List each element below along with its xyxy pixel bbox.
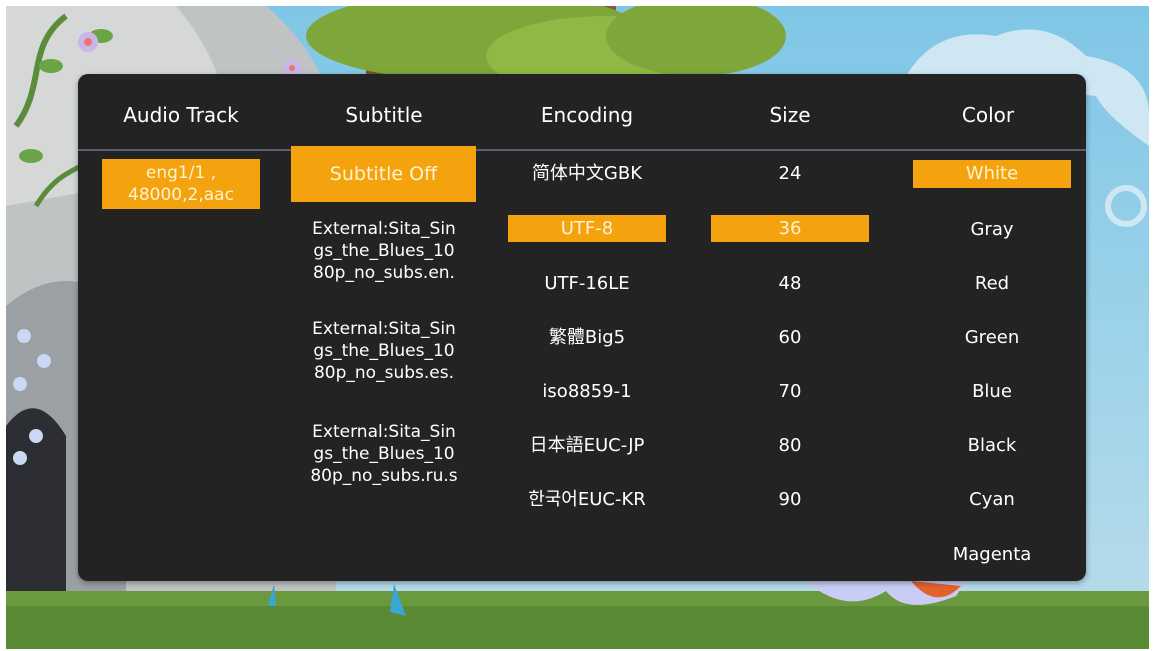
subtitle-option-es[interactable]: External:Sita_Sin gs_the_Blues_10 80p_no… <box>284 318 484 390</box>
encoding-option-iso8859-1[interactable]: iso8859-1 <box>508 378 666 406</box>
subtitle-option-en[interactable]: External:Sita_Sin gs_the_Blues_10 80p_no… <box>284 218 484 290</box>
size-option-24[interactable]: 24 <box>711 160 869 188</box>
audio-track-header: Audio Track <box>123 103 239 127</box>
color-column: Color White Gray Red Green Blue Black Cy… <box>890 74 1086 581</box>
encoding-option-big5[interactable]: 繁體Big5 <box>508 324 666 352</box>
subtitle-header: Subtitle <box>345 103 423 127</box>
color-option-black[interactable]: Black <box>913 432 1071 460</box>
color-option-green[interactable]: Green <box>913 324 1071 352</box>
encoding-column: Encoding 简体中文GBK UTF-8 UTF-16LE 繁體Big5 i… <box>484 74 690 581</box>
color-header: Color <box>961 103 1015 127</box>
size-option-36[interactable]: 36 <box>711 215 869 242</box>
size-header: Size <box>769 103 811 127</box>
audio-track-column: Audio Track eng1/1 , 48000,2,aac <box>78 74 284 581</box>
encoding-option-utf8[interactable]: UTF-8 <box>508 215 666 242</box>
size-option-80[interactable]: 80 <box>711 432 869 460</box>
encoding-option-utf16le[interactable]: UTF-16LE <box>508 270 666 298</box>
encoding-option-euc-jp[interactable]: 日本語EUC-JP <box>508 432 666 460</box>
color-option-white[interactable]: White <box>913 160 1071 188</box>
size-option-90[interactable]: 90 <box>711 486 869 514</box>
encoding-header: Encoding <box>540 103 634 127</box>
audio-track-item[interactable]: eng1/1 , 48000,2,aac <box>102 159 260 209</box>
size-option-70[interactable]: 70 <box>711 378 869 406</box>
color-option-magenta[interactable]: Magenta <box>913 541 1071 569</box>
size-column: Size 24 36 48 60 70 80 90 <box>690 74 890 581</box>
encoding-option-gbk[interactable]: 简体中文GBK <box>508 160 666 188</box>
encoding-option-euc-kr[interactable]: 한국어EUC-KR <box>508 486 666 514</box>
size-option-60[interactable]: 60 <box>711 324 869 352</box>
subtitle-column: Subtitle Subtitle Off External:Sita_Sin … <box>284 74 484 581</box>
subtitle-settings-panel: Audio Track eng1/1 , 48000,2,aac Subtitl… <box>78 74 1086 581</box>
size-option-48[interactable]: 48 <box>711 270 869 298</box>
color-option-gray[interactable]: Gray <box>913 216 1071 244</box>
color-option-red[interactable]: Red <box>913 270 1071 298</box>
subtitle-option-ru[interactable]: External:Sita_Sin gs_the_Blues_10 80p_no… <box>284 421 484 493</box>
subtitle-off-option[interactable]: Subtitle Off <box>291 146 476 202</box>
color-option-cyan[interactable]: Cyan <box>913 486 1071 514</box>
color-option-blue[interactable]: Blue <box>913 378 1071 406</box>
